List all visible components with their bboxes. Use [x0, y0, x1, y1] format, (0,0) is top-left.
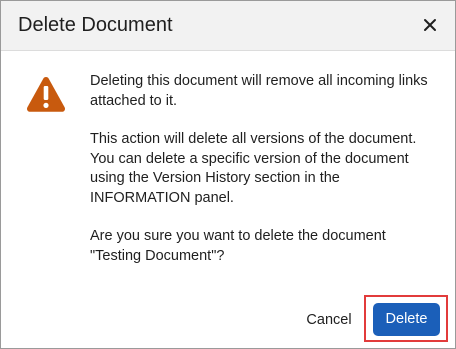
dialog-title: Delete Document: [18, 14, 173, 36]
warning-triangle-icon: [26, 77, 66, 112]
dialog-header: Delete Document: [1, 1, 455, 51]
message-paragraph-versions: This action will delete all versions of …: [90, 131, 417, 206]
message-paragraph-confirm: Are you sure you want to delete the docu…: [90, 228, 386, 264]
message-paragraph-links: Deleting this document will remove all i…: [90, 73, 428, 109]
cancel-button[interactable]: Cancel: [296, 305, 362, 335]
dialog-message: Deleting this document will remove all i…: [90, 72, 440, 285]
delete-button[interactable]: Delete: [373, 303, 440, 336]
close-button[interactable]: [421, 16, 439, 34]
close-icon: [424, 19, 436, 31]
delete-document-dialog: Delete Document Deleting this document w…: [0, 0, 456, 349]
